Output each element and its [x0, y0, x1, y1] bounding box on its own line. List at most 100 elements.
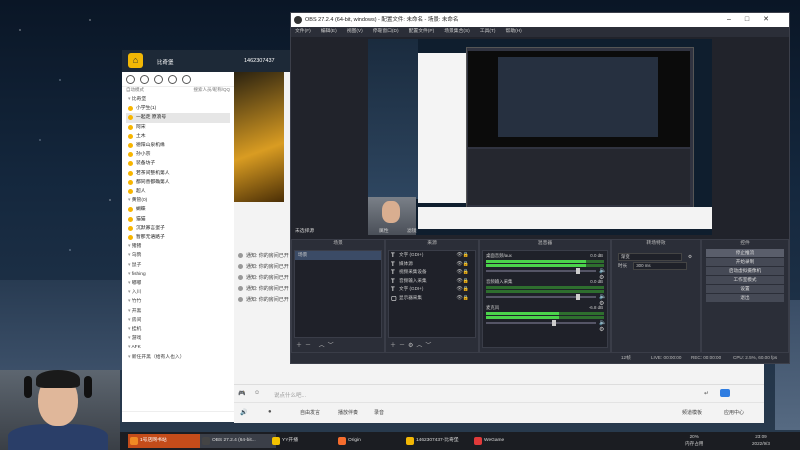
source-item[interactable]: T 音频输入采集 👁🔒: [389, 277, 475, 286]
volume-icon[interactable]: 🔊: [240, 409, 247, 416]
window-controls[interactable]: –□✕: [727, 13, 783, 27]
contact-group[interactable]: 竹竹: [126, 297, 230, 306]
channel-template-button[interactable]: 频道模板: [682, 409, 702, 416]
menu-item[interactable]: 场景集合(S): [444, 27, 470, 37]
source-controls[interactable]: ＋－⚙︿﹀: [390, 340, 434, 349]
volume-knob[interactable]: [576, 294, 581, 300]
list-item[interactable]: 孙小宗: [126, 150, 230, 159]
contact-group[interactable]: 猪猪: [126, 242, 230, 251]
volume-slider[interactable]: [486, 294, 596, 300]
app-center-button[interactable]: 应用中心: [724, 409, 744, 416]
list-item[interactable]: 暂那无语路子: [126, 233, 230, 242]
menu-item[interactable]: 视图(V): [347, 27, 363, 37]
list-item[interactable]: 蝴蝶: [126, 205, 230, 214]
clock[interactable]: 23:09 2022/9/3: [752, 434, 770, 447]
mode-select[interactable]: 自动模式: [126, 87, 144, 95]
speaker-icon[interactable]: 🔈⚙: [599, 319, 607, 333]
control-button[interactable]: 停止推流: [706, 249, 784, 257]
home-icon[interactable]: ⌂: [128, 53, 143, 68]
chat-input[interactable]: 说点什么吧...: [274, 391, 306, 399]
source-item[interactable]: T 文字 (GDI+) 👁🔒: [389, 285, 475, 294]
free-speak-button[interactable]: 自由发言: [300, 409, 320, 416]
list-item[interactable]: 土木: [126, 132, 230, 141]
filters-button[interactable]: 滤镜: [407, 227, 417, 237]
taskbar-app[interactable]: Origin: [336, 434, 408, 448]
filter-input[interactable]: 搜索人员/昵称/QQ: [193, 87, 230, 95]
list-item[interactable]: 猫猫: [126, 215, 230, 224]
list-item[interactable]: 沉默寡言蛋子: [126, 224, 230, 233]
contact-group[interactable]: 挂机: [126, 325, 230, 334]
list-item[interactable]: 阿宋: [126, 123, 230, 132]
source-item[interactable]: T 文字 (GDI+) 👁🔒: [389, 251, 475, 260]
taskbar-app[interactable]: 1号店网书站: [128, 434, 204, 448]
emoji-icon[interactable]: ☺: [254, 390, 260, 396]
contact-group[interactable]: 房间: [126, 316, 230, 325]
contacts-icon[interactable]: [140, 74, 149, 84]
list-item[interactable]: 若茶间整机第人: [126, 169, 230, 178]
visibility-icon[interactable]: 👁🔒: [456, 277, 469, 286]
scene-controls[interactable]: ＋－ ︿﹀: [296, 340, 337, 349]
taskbar-app[interactable]: 1462307437-比奇堡: [404, 434, 476, 448]
contact-group[interactable]: 比奇堡: [126, 95, 230, 104]
chat-icon[interactable]: [126, 74, 135, 84]
menu-item[interactable]: 编辑(E): [321, 27, 337, 37]
control-button[interactable]: 启动虚拟摄像机: [706, 267, 784, 275]
contact-group[interactable]: 新任开黑（给有人也入）: [126, 353, 230, 362]
list-item[interactable]: 装备坊子: [126, 159, 230, 168]
contact-group[interactable]: fishing: [126, 270, 230, 279]
duration-input[interactable]: 300 ms: [633, 261, 688, 270]
play-music-button[interactable]: 播放伴奏: [338, 409, 358, 416]
send-icon[interactable]: ↵: [704, 390, 709, 397]
contact-group[interactable]: 乌鸦: [126, 251, 230, 260]
menu-item[interactable]: 配置文件(P): [409, 27, 435, 37]
mic-icon[interactable]: ●: [268, 409, 272, 415]
scene-item[interactable]: 场景: [295, 251, 381, 260]
volume-knob[interactable]: [576, 268, 581, 274]
source-item[interactable]: T 媒体源 👁🔒: [389, 260, 475, 269]
volume-knob[interactable]: [552, 320, 556, 326]
taskbar-app[interactable]: YY开播: [270, 434, 342, 448]
contact-group[interactable]: 入川: [126, 288, 230, 297]
visibility-icon[interactable]: 👁🔒: [456, 294, 469, 303]
control-button[interactable]: 退出: [706, 294, 784, 302]
visibility-icon[interactable]: 👁🔒: [456, 268, 469, 277]
group-icon[interactable]: [154, 74, 163, 84]
gamepad-icon[interactable]: 🎮: [238, 390, 245, 397]
taskbar-app[interactable]: OBS 27.2.4 (64-bit...: [200, 434, 276, 448]
contact-group[interactable]: 开黑: [126, 307, 230, 316]
control-button[interactable]: 开始录制: [706, 258, 784, 266]
source-item[interactable]: T 视频采集设备 👁🔒: [389, 268, 475, 277]
properties-button[interactable]: 属性: [379, 227, 389, 237]
settings-icon[interactable]: [168, 74, 177, 84]
chat-input-bar[interactable]: 🎮 ☺ 说点什么吧... ↵: [234, 384, 764, 403]
list-item[interactable]: 超人: [126, 187, 230, 196]
visibility-icon[interactable]: 👁🔒: [456, 251, 469, 260]
transition-settings-icon[interactable]: ⚙: [688, 254, 692, 260]
visibility-icon[interactable]: 👁🔒: [456, 260, 469, 269]
contact-group[interactable]: AFK: [126, 343, 230, 352]
transition-select[interactable]: 渐变: [618, 252, 682, 261]
list-item[interactable]: 小学生(1): [126, 104, 230, 113]
volume-slider[interactable]: [486, 320, 596, 326]
contact-group[interactable]: 嘟嘟: [126, 279, 230, 288]
control-button[interactable]: 设置: [706, 285, 784, 293]
menu-item[interactable]: 工具(T): [480, 27, 496, 37]
preview-canvas[interactable]: [368, 39, 712, 235]
menu-item[interactable]: 文件(F): [295, 27, 311, 37]
list-item[interactable]: 都同善都确第人: [126, 178, 230, 187]
taskbar-app[interactable]: WeGame: [472, 434, 544, 448]
visibility-icon[interactable]: 👁🔒: [456, 285, 469, 294]
volume-slider[interactable]: [486, 268, 596, 274]
contact-group[interactable]: 黄管(0): [126, 196, 230, 205]
list-item[interactable]: 德阳山泉机缘: [126, 141, 230, 150]
menu-item[interactable]: 帮助(H): [506, 27, 522, 37]
list-item[interactable]: 一起走 原浪号: [126, 113, 230, 123]
contact-group[interactable]: 鼠子: [126, 261, 230, 270]
source-item[interactable]: ▢ 显示器采集 👁🔒: [389, 294, 475, 303]
search-icon[interactable]: [182, 74, 191, 84]
control-button[interactable]: 工作室模式: [706, 276, 784, 284]
record-button[interactable]: 录音: [374, 409, 384, 416]
contact-group[interactable]: 游戏: [126, 334, 230, 343]
send-button[interactable]: [720, 389, 730, 397]
menu-item[interactable]: 停靠窗口(D): [373, 27, 399, 37]
